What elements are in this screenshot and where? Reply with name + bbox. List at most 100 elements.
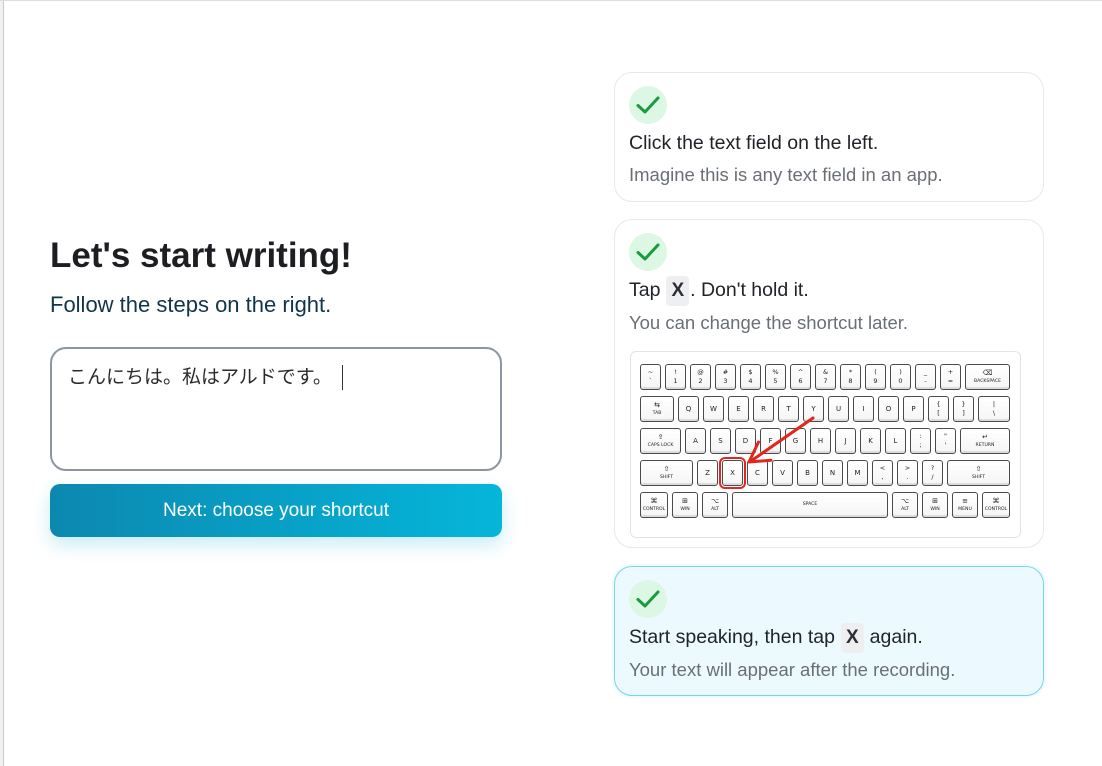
key-label: S [718,436,723,445]
key-label: 5 [773,376,778,385]
step-card-start-speaking: Start speaking, then tap Xagain. Your tex… [614,566,1044,696]
key-label: ' [944,440,947,449]
key-label: ( [874,367,877,376]
key-symbol: ⊞ [682,497,688,506]
step-title-text: again. [869,626,923,648]
key-shift: ⇧ SHIFT [947,459,1010,486]
step-status-badge [629,86,667,124]
key-label: H [817,436,824,445]
key-label: { [936,399,941,408]
key-n: N [822,459,843,486]
key-symbol: ≡ [962,497,968,506]
key-label: SHIFT [971,475,986,481]
key-label: & [822,367,829,376]
key-label: . [906,472,909,481]
key-label: SPACE [802,502,818,508]
key-j: J [835,427,856,454]
key-symbol: ⌘ [992,497,1000,506]
key-5: % 5 [765,363,786,390]
key-symbol: ⇆ [654,401,660,410]
key-label: I [862,404,865,413]
key-label: , [881,472,884,481]
key-label: O [885,404,892,413]
shortcut-key-badge: X [666,275,690,306]
step-title-text: . Don't hold it. [690,279,809,301]
key-label: / [931,472,934,481]
key-label: A [693,436,698,445]
step-title-text: Start speaking, then tap [629,626,835,648]
step-title-text: Tap [629,279,661,301]
key-label: ALT [901,507,909,513]
key-caps-lock: ⇪ CAPS LOCK [640,427,681,454]
key-label: F [768,436,773,445]
key-quote: " ' [935,427,956,454]
key-label: | [992,399,996,408]
key-label: R [761,404,766,413]
key-symbol: ⌥ [900,497,910,506]
key-control: ⌘ CONTROL [982,491,1010,518]
key-label: J [844,436,847,445]
key-z: Z [697,459,718,486]
key-t: T [778,395,799,422]
key-label: 2 [698,376,703,385]
check-icon [636,243,660,261]
next-choose-shortcut-button[interactable]: Next: choose your shortcut [50,484,502,537]
key-label: % [772,367,779,376]
key-1: ! 1 [665,363,686,390]
key-label: ) [899,367,902,376]
key-symbol: ⇪ [657,433,664,442]
demo-text-field[interactable]: こんにちは。私はアルドです。 [50,347,502,471]
key-8: * 8 [840,363,861,390]
key-f: F [760,427,781,454]
key-label: 3 [723,376,728,385]
key-symbol: ↵ [982,433,988,442]
keyboard-illustration: ~ `! 1 @2 #3 $4% 5 ^ 6 & 7 * 8(9) 0 _ - + = ⌫ BACKSPACE ⇆ TAB… [630,350,1021,538]
key-label: L [893,436,898,445]
key-label: @ [697,367,704,376]
key-s: S [710,427,731,454]
key-label: + [947,367,954,376]
key-o: O [878,395,899,422]
key-label: 7 [823,376,828,385]
key-4: $4 [740,363,761,390]
key-label: 1 [673,376,678,385]
key-win: ⊞ WIN [922,491,948,518]
key-label: ALT [711,507,719,513]
key-win: ⊞ WIN [672,491,698,518]
step-title: Click the text field on the left. [629,132,879,154]
key-symbol: ⌘ [650,497,658,506]
key-label: ` [648,376,653,385]
key-w: W [703,395,724,422]
step-title: Tap X. Don't hold it. [629,275,1029,306]
key-right-bracket: }] [953,395,974,422]
keyboard-row: ⇪ CAPS LOCK A S D F G H J K L:; " ' ↵ RETURN [640,427,1010,454]
shortcut-key-badge: X [840,622,864,653]
key-label: CONTROL [642,507,666,513]
key-backspace: ⌫ BACKSPACE [965,363,1010,390]
window-left-edge [0,0,4,766]
key-m: M [847,459,868,486]
key-label: B [805,468,810,477]
key-label: $ [748,367,753,376]
key-label: 0 [898,376,903,385]
key-q: Q [678,395,699,422]
key-label: G [792,436,799,445]
key-label: WIN [680,507,690,513]
key-symbol: ⌫ [982,369,993,378]
key-label: K [868,436,873,445]
key-b: B [797,459,818,486]
key-period: >. [897,459,918,486]
key-label: [ [937,408,940,417]
key-3: #3 [715,363,736,390]
key-r: R [753,395,774,422]
text-cursor [341,365,343,391]
key-label: V [780,468,785,477]
key-i: I [853,395,874,422]
key-shift: ⇧ SHIFT [640,459,693,486]
key-label: ? [930,463,935,472]
key-a: A [685,427,706,454]
step-description: Imagine this is any text field in an app… [629,164,943,185]
check-icon [636,96,660,114]
key-label: BACKSPACE [974,379,1001,385]
key-label: N [829,468,836,477]
